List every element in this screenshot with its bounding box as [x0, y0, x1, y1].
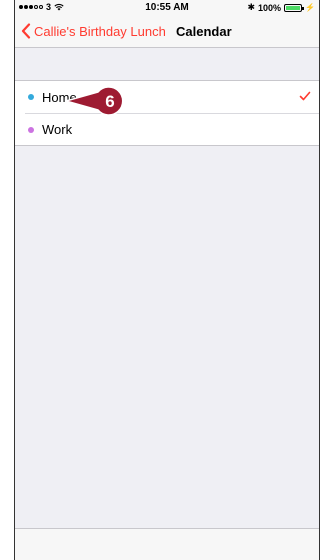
calendar-row-work[interactable]: Work [15, 113, 319, 145]
bottom-toolbar [15, 528, 319, 560]
status-right: ✱ 100% ⚡ [247, 2, 315, 13]
calendar-label: Work [42, 122, 73, 137]
calendar-row-home[interactable]: Home [15, 81, 319, 113]
checkmark-icon [299, 91, 311, 101]
battery-percentage: 100% [258, 2, 282, 13]
phone-screen: 3 10:55 AM ✱ 100% ⚡ Callie's Birthday Lu… [14, 0, 320, 560]
calendar-list: Home Work [15, 80, 319, 146]
navigation-bar: Callie's Birthday Lunch Calendar [15, 16, 319, 48]
calendar-color-dot [28, 126, 34, 133]
battery-icon [284, 3, 305, 12]
chevron-left-icon [21, 23, 31, 39]
back-button[interactable]: Callie's Birthday Lunch [21, 23, 166, 39]
step-number: 6 [105, 92, 115, 111]
page-title: Calendar [176, 24, 232, 39]
bluetooth-icon: ✱ [247, 2, 255, 12]
charging-icon: ⚡ [305, 3, 315, 12]
calendar-color-dot [28, 94, 34, 100]
status-bar: 3 10:55 AM ✱ 100% ⚡ [15, 0, 319, 16]
back-button-label: Callie's Birthday Lunch [34, 23, 166, 39]
